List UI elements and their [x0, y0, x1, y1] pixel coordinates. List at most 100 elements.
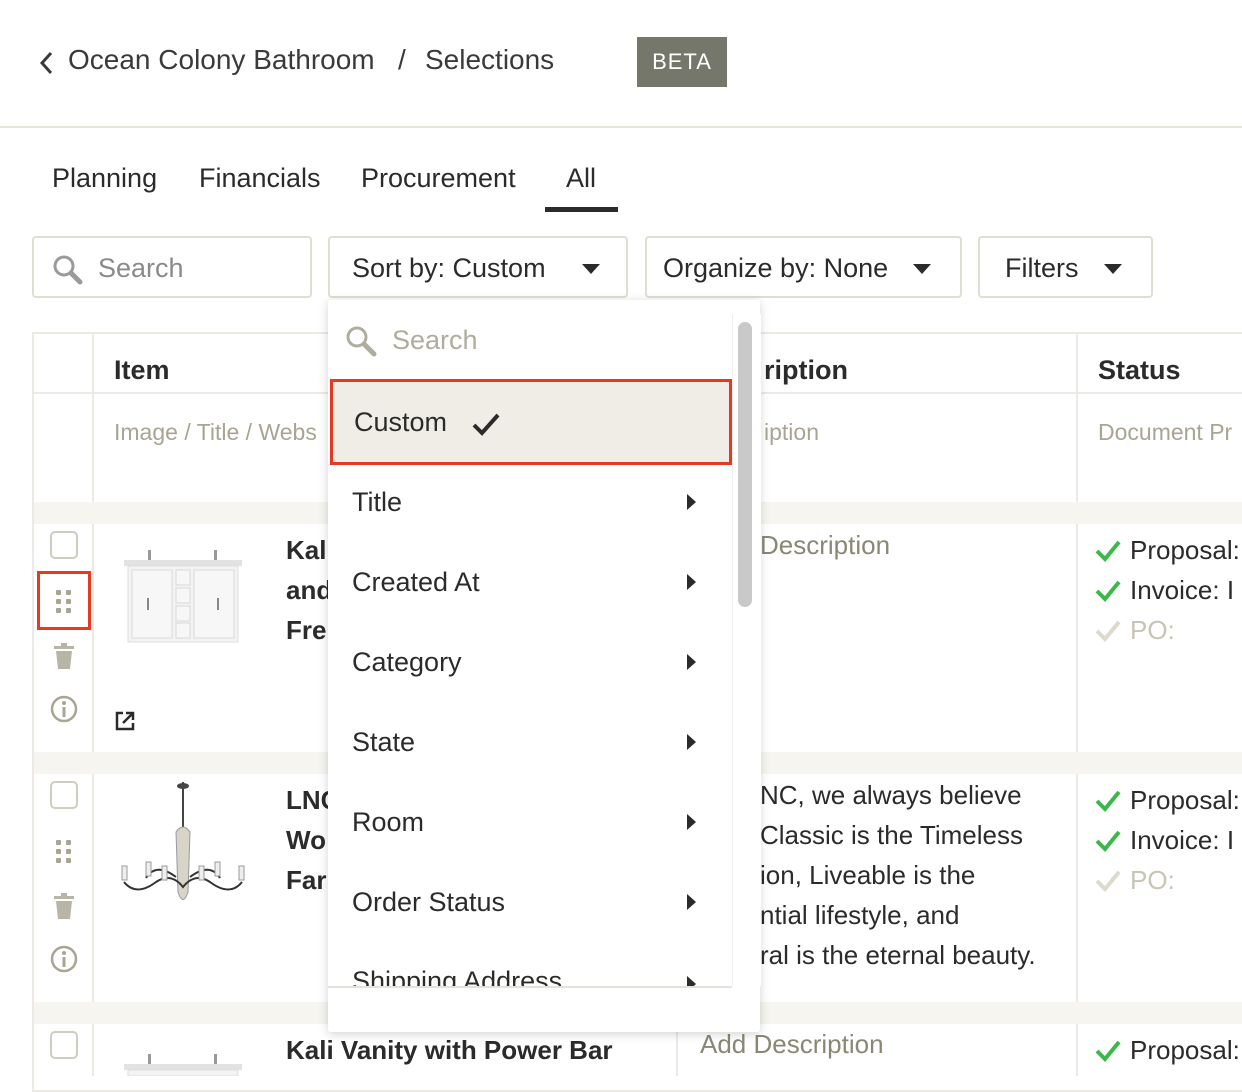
check-icon: [1095, 830, 1121, 852]
check-icon: [1095, 1040, 1121, 1062]
sort-option-shipping-address[interactable]: Shipping Address: [328, 942, 732, 986]
check-icon: [1095, 620, 1121, 642]
caret-right-icon: [687, 494, 696, 510]
caret-right-icon: [687, 894, 696, 910]
dropdown-divider: [328, 986, 732, 988]
column-subheader-status: Document Pr: [1098, 419, 1233, 445]
sort-option-label: Shipping Address: [352, 966, 563, 986]
column-divider: [92, 334, 94, 1076]
search-placeholder: Search: [98, 253, 184, 283]
drag-handle-icon[interactable]: [54, 838, 74, 866]
item-title[interactable]: Kali Vanity with Power Bar: [286, 1030, 613, 1070]
sort-option-category[interactable]: Category: [328, 622, 732, 702]
status-proposal: Proposal:: [1094, 1030, 1240, 1070]
breadcrumb-separator: /: [398, 44, 406, 75]
info-icon[interactable]: [49, 694, 79, 724]
column-subheader-description: iption: [764, 419, 819, 445]
status-label[interactable]: Invoice: I: [1130, 825, 1234, 856]
caret-right-icon: [687, 734, 696, 750]
caret-right-icon: [687, 574, 696, 590]
sort-option-order-status[interactable]: Order Status: [328, 862, 732, 942]
column-header-description[interactable]: ription: [764, 355, 848, 386]
status-po: PO:: [1094, 610, 1240, 650]
trash-icon[interactable]: [52, 642, 76, 670]
organize-by-label: Organize by: None: [663, 253, 889, 283]
breadcrumb-project-link[interactable]: Ocean Colony Bathroom: [68, 44, 375, 76]
status-label[interactable]: Invoice: I: [1130, 575, 1234, 606]
sort-option-custom[interactable]: Custom: [330, 379, 732, 465]
sort-option-state[interactable]: State: [328, 702, 732, 782]
column-divider: [1076, 334, 1078, 1076]
row-select-checkbox[interactable]: [50, 531, 78, 559]
vanity-image[interactable]: [118, 1050, 248, 1076]
caret-down-icon: [582, 264, 600, 274]
drag-handle-icon[interactable]: [54, 588, 74, 616]
sort-option-created-at[interactable]: Created At: [328, 542, 732, 622]
column-header-item[interactable]: Item: [114, 355, 170, 386]
status-invoice: Invoice: I: [1094, 820, 1240, 860]
dropdown-scrollbar-thumb[interactable]: [738, 322, 752, 607]
check-icon: [1095, 580, 1121, 602]
item-title[interactable]: Kali and Fre: [286, 530, 334, 650]
sort-option-label: Room: [352, 806, 425, 837]
chandelier-image[interactable]: [116, 782, 250, 922]
sort-option-label: Order Status: [352, 886, 506, 917]
item-title-line: Kali: [286, 535, 334, 565]
chevron-left-icon[interactable]: [36, 49, 58, 77]
search-icon: [53, 255, 83, 285]
external-link-icon[interactable]: [114, 710, 136, 732]
trash-icon[interactable]: [52, 892, 76, 920]
item-description[interactable]: Description: [760, 530, 890, 561]
organize-by-dropdown[interactable]: Organize by: None: [645, 236, 962, 298]
row-select-checkbox[interactable]: [50, 1031, 78, 1059]
column-header-status[interactable]: Status: [1098, 355, 1181, 386]
row-select-checkbox[interactable]: [50, 781, 78, 809]
vanity-image[interactable]: [118, 546, 248, 646]
sort-option-label: Title: [352, 486, 403, 517]
filters-dropdown[interactable]: Filters: [978, 236, 1153, 298]
description-line: ral is the eternal beauty.: [760, 940, 1036, 970]
status-proposal: Proposal:: [1094, 530, 1240, 570]
tab-planning[interactable]: Planning: [52, 163, 157, 194]
check-icon: [1095, 790, 1121, 812]
description-line: ion, Liveable is the: [760, 860, 976, 890]
status-proposal: Proposal:: [1094, 780, 1240, 820]
sort-option-title[interactable]: Title: [328, 462, 732, 542]
item-description[interactable]: NC, we always believe Classic is the Tim…: [760, 775, 1036, 975]
add-description[interactable]: Add Description: [700, 1029, 884, 1060]
description-line: NC, we always believe: [760, 780, 1022, 810]
caret-right-icon: [687, 976, 696, 986]
check-icon: [1095, 870, 1121, 892]
status-label: PO:: [1130, 614, 1175, 645]
status-label: Proposal:: [1130, 784, 1240, 815]
status-label: PO:: [1130, 864, 1175, 895]
tab-procurement[interactable]: Procurement: [361, 163, 516, 194]
caret-down-icon: [913, 264, 931, 274]
sort-by-label: Sort by: Custom: [352, 253, 546, 283]
search-input[interactable]: Search: [32, 236, 312, 298]
column-subheader-item: Image / Title / Webs: [114, 419, 317, 445]
sort-option-label: Category: [352, 646, 462, 677]
search-icon: [346, 326, 377, 357]
sort-option-room[interactable]: Room: [328, 782, 732, 862]
sort-option-label: State: [352, 726, 416, 757]
caret-right-icon: [687, 654, 696, 670]
beta-badge: BETA: [637, 37, 727, 87]
tab-financials[interactable]: Financials: [199, 163, 321, 194]
sort-by-dropdown[interactable]: Sort by: Custom: [328, 236, 628, 298]
description-line: ntial lifestyle, and: [760, 900, 960, 930]
active-tab-indicator: [545, 207, 618, 212]
status-list: Proposal:: [1094, 1030, 1240, 1070]
info-icon[interactable]: [49, 944, 79, 974]
filters-label: Filters: [1005, 253, 1079, 283]
caret-right-icon: [687, 814, 696, 830]
tab-all[interactable]: All: [566, 163, 596, 194]
status-po: PO:: [1094, 860, 1240, 900]
status-invoice: Invoice: I: [1094, 570, 1240, 610]
dropdown-search-input[interactable]: Search: [392, 325, 478, 356]
item-title-line: and: [286, 575, 333, 605]
status-list: Proposal: Invoice: I PO:: [1094, 780, 1240, 900]
status-label: Proposal:: [1130, 534, 1240, 565]
checkmark-icon: [472, 413, 500, 436]
status-list: Proposal: Invoice: I PO:: [1094, 530, 1240, 650]
